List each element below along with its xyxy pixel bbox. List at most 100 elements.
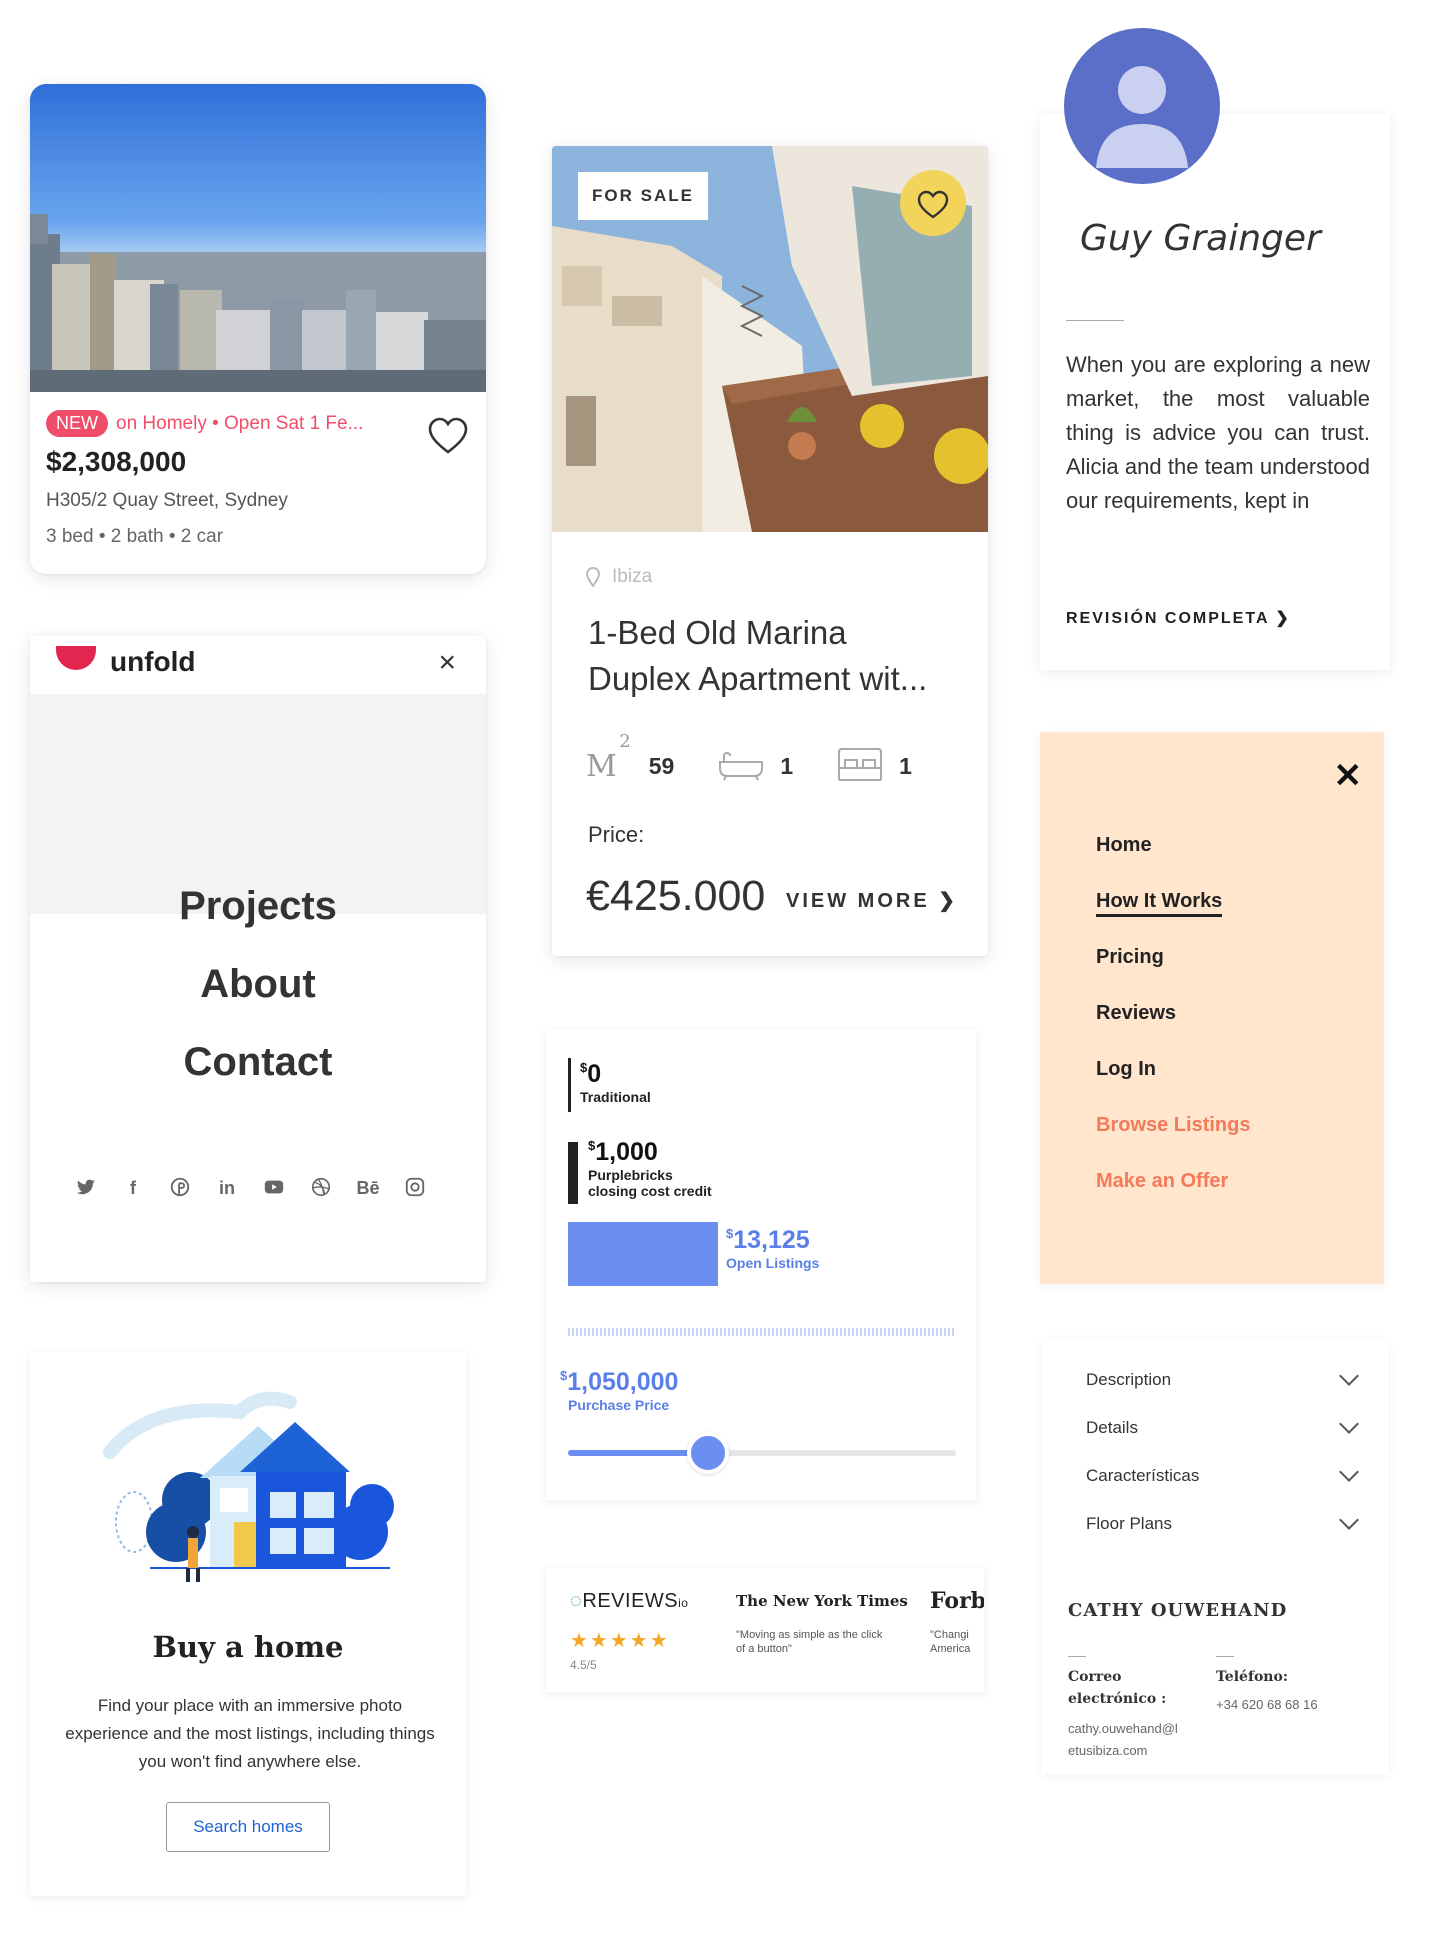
listing-price: $2,308,000: [46, 446, 187, 477]
open-listings-label: Open Listings: [726, 1255, 820, 1271]
price-label: Price:: [588, 822, 645, 847]
phone-label: Teléfono:: [1216, 1669, 1288, 1685]
nav-item-log-in[interactable]: Log In: [1096, 1058, 1250, 1114]
chevron-down-icon: [1339, 1462, 1359, 1482]
chevron-down-icon: [1339, 1510, 1359, 1530]
forbes-logo: Forb: [930, 1588, 984, 1614]
press-reviews-strip: ◌REVIEWSio ★★★★★ 4.5/5 The New York Time…: [546, 1568, 984, 1692]
nyt-logo: The New York Times: [736, 1592, 908, 1610]
heart-icon: [917, 190, 949, 219]
credit-bar: [568, 1142, 578, 1204]
close-menu-icon[interactable]: ×: [438, 646, 456, 680]
bedrooms-value: 1: [899, 752, 912, 779]
full-review-link[interactable]: REVISIÓN COMPLETA ❯: [1066, 608, 1291, 628]
listing-title-line-2: Duplex Apartment wit...: [588, 660, 928, 697]
divider: [1066, 320, 1124, 321]
details-accordion: Description Details Características Floo…: [1086, 1356, 1359, 1548]
area-value: 59: [648, 752, 675, 779]
unfold-logo-text[interactable]: unfold: [110, 646, 196, 678]
reviewer-name: Guy Grainger: [1080, 218, 1321, 259]
open-listings-bar: [568, 1222, 718, 1286]
property-details-card: Description Details Características Floo…: [1042, 1340, 1388, 1774]
nav-item-contact[interactable]: Contact: [30, 1040, 486, 1118]
behance-icon[interactable]: Bē: [356, 1176, 380, 1200]
new-badge: NEW: [46, 410, 108, 437]
divider: [1068, 1656, 1086, 1657]
reviews-io-logo: ◌REVIEWSio: [570, 1590, 689, 1612]
agent-phone[interactable]: +34 620 68 68 16: [1216, 1694, 1318, 1716]
location-text: Ibiza: [612, 566, 653, 587]
open-listings-row: $13,125 Open Listings: [726, 1226, 820, 1271]
nav-item-home[interactable]: Home: [1096, 834, 1250, 890]
forbes-quote: "Changi America: [930, 1629, 971, 1655]
email-label: Correo electrónico :: [1068, 1669, 1167, 1707]
listing-photo: [30, 84, 486, 392]
main-nav: Home How It Works Pricing Reviews Log In…: [1096, 834, 1250, 1226]
hero-background: [30, 694, 486, 914]
credit-label-line-1: Purplebricks: [588, 1167, 673, 1183]
unfold-mobile-menu: unfold × Projects About Contact f in Bē: [30, 636, 486, 1282]
listing-specs: 3 bed • 2 bath • 2 car: [46, 526, 224, 547]
credit-row: $1,000 Purplebricks closing cost credit: [588, 1138, 712, 1199]
nav-item-reviews[interactable]: Reviews: [1096, 1002, 1250, 1058]
listing-title-line-1: 1-Bed Old Marina: [588, 614, 847, 651]
homely-listing-card[interactable]: NEW on Homely • Open Sat 1 Fe... $2,308,…: [30, 84, 486, 574]
nav-item-browse-listings[interactable]: Browse Listings: [1096, 1114, 1250, 1170]
unfold-nav: Projects About Contact: [30, 884, 486, 1118]
traditional-bar: [568, 1058, 571, 1112]
search-homes-button[interactable]: Search homes: [166, 1802, 330, 1852]
house-illustration: [103, 1391, 394, 1582]
chevron-down-icon: [1339, 1366, 1359, 1386]
twitter-icon[interactable]: [74, 1176, 98, 1200]
favorite-heart-icon[interactable]: [426, 416, 470, 456]
area-icon: M2: [586, 730, 631, 784]
listing-title[interactable]: 1-Bed Old Marina Duplex Apartment wit...: [588, 610, 968, 702]
nav-item-projects[interactable]: Projects: [30, 884, 486, 962]
social-links: f in Bē: [74, 1176, 427, 1200]
nav-item-pricing[interactable]: Pricing: [1096, 946, 1250, 1002]
view-more-button[interactable]: VIEW MORE ❯: [786, 888, 958, 913]
bathtub-icon: [719, 751, 764, 781]
favorite-button[interactable]: [900, 170, 966, 236]
accordion-caracteristicas[interactable]: Características: [1086, 1452, 1359, 1500]
nyt-quote: "Moving as simple as the click of a butt…: [736, 1629, 883, 1655]
accordion-description[interactable]: Description: [1086, 1356, 1359, 1404]
testimonial-quote: When you are exploring a new market, the…: [1066, 352, 1370, 513]
linkedin-icon[interactable]: in: [215, 1176, 239, 1200]
instagram-icon[interactable]: [403, 1176, 427, 1200]
nav-item-make-an-offer[interactable]: Make an Offer: [1096, 1170, 1250, 1226]
buy-home-title: Buy a home: [152, 1630, 344, 1664]
divider: [568, 1328, 956, 1336]
for-sale-badge: FOR SALE: [578, 172, 708, 220]
open-house-info: on Homely • Open Sat 1 Fe...: [116, 412, 364, 434]
ibiza-listing-card[interactable]: FOR SALE Ibiza 1-Bed Old Marina Duplex A…: [552, 146, 988, 956]
dribbble-icon[interactable]: [309, 1176, 333, 1200]
traditional-value: 0: [587, 1060, 602, 1088]
purchase-price: $1,050,000 Purchase Price: [560, 1368, 679, 1413]
menu-topbar: unfold ×: [30, 636, 486, 694]
listing-address: H305/2 Quay Street, Sydney: [46, 490, 288, 511]
unfold-logo-mark: [56, 646, 96, 670]
avatar: [1064, 28, 1220, 184]
close-icon[interactable]: ✕: [1334, 756, 1363, 796]
buy-home-description: Find your place with an immersive photo …: [65, 1696, 435, 1771]
accordion-floor-plans[interactable]: Floor Plans: [1086, 1500, 1359, 1548]
youtube-icon[interactable]: [262, 1176, 286, 1200]
pinterest-icon[interactable]: [168, 1176, 192, 1200]
listing-location: Ibiza: [586, 566, 652, 588]
credit-label-line-2: closing cost credit: [588, 1183, 712, 1199]
nav-item-about[interactable]: About: [30, 962, 486, 1040]
purchase-price-value: 1,050,000: [567, 1368, 679, 1396]
agent-email[interactable]: cathy.ouwehand@l etusibiza.com: [1068, 1718, 1178, 1762]
bed-icon: [838, 748, 883, 781]
accordion-details[interactable]: Details: [1086, 1404, 1359, 1452]
open-listings-value: 13,125: [733, 1226, 810, 1254]
rating-stars: ★★★★★: [570, 1630, 670, 1652]
facebook-icon[interactable]: f: [121, 1176, 145, 1200]
bathrooms-value: 1: [780, 752, 794, 779]
price-slider-thumb[interactable]: [686, 1432, 729, 1474]
agent-name: CATHY OUWEHAND: [1068, 1600, 1288, 1621]
location-pin-icon: [586, 567, 600, 587]
nav-item-how-it-works[interactable]: How It Works: [1096, 890, 1250, 946]
chevron-down-icon: [1339, 1414, 1359, 1434]
